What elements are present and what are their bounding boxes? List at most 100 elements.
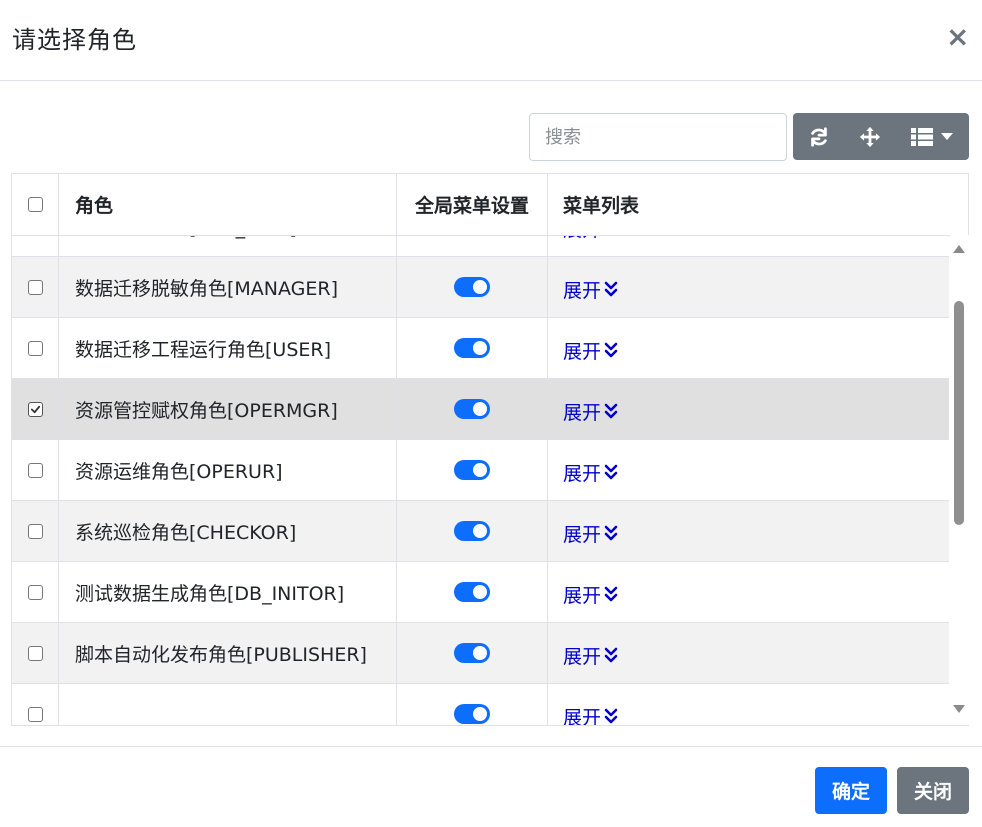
header-global-menu[interactable]: 全局菜单设置 xyxy=(397,174,548,235)
select-cell xyxy=(12,236,59,256)
expand-link[interactable]: 展开 xyxy=(563,459,618,486)
menu-list-cell: 展开 xyxy=(548,236,950,256)
double-chevron-down-icon xyxy=(604,403,618,419)
double-chevron-down-icon xyxy=(604,342,618,358)
table-row[interactable]: 资源管控赋权角色[OPERMGR] 展开 xyxy=(12,379,950,440)
row-checkbox[interactable] xyxy=(27,279,43,295)
double-chevron-down-icon xyxy=(604,525,618,541)
global-menu-toggle[interactable] xyxy=(454,582,490,602)
select-cell xyxy=(12,318,59,378)
select-all-checkbox[interactable] xyxy=(27,197,43,212)
refresh-icon xyxy=(811,126,827,147)
header-role[interactable]: 角色 xyxy=(59,174,397,235)
table-row[interactable]: 用户赋权角色[USR_MGR] 展开 xyxy=(12,236,950,257)
role-cell: 脚本自动化发布角色[PUBLISHER] xyxy=(59,623,397,683)
double-chevron-down-icon xyxy=(604,586,618,602)
expand-label: 展开 xyxy=(563,401,602,424)
close-icon[interactable]: × xyxy=(946,23,969,51)
global-menu-toggle[interactable] xyxy=(454,460,490,480)
modal-title: 请选择角色 xyxy=(12,26,137,54)
expand-label: 展开 xyxy=(563,645,602,668)
expand-link[interactable]: 展开 xyxy=(563,642,618,669)
table-header: 角色 全局菜单设置 菜单列表 xyxy=(12,174,950,236)
header-menu-list[interactable]: 菜单列表 xyxy=(548,174,950,235)
columns-dropdown-button[interactable] xyxy=(895,113,969,160)
table-row[interactable]: 测试数据生成角色[DB_INITOR] 展开 xyxy=(12,562,950,623)
expand-link[interactable]: 展开 xyxy=(563,398,618,425)
row-checkbox[interactable] xyxy=(27,340,43,356)
global-menu-cell xyxy=(397,684,548,725)
select-all-cell xyxy=(12,174,59,235)
table-scrollbar[interactable] xyxy=(949,235,969,725)
expand-label: 展开 xyxy=(563,523,602,546)
global-menu-cell xyxy=(397,440,548,500)
table-body[interactable]: 用户赋权角色[USR_MGR]展开数据迁移脱敏角色[MANAGER]展开数据迁移… xyxy=(12,236,950,726)
expand-link[interactable]: 展开 xyxy=(563,703,618,726)
table-row[interactable]: 脚本自动化发布角色[PUBLISHER] 展开 xyxy=(12,623,950,684)
modal-header: 请选择角色 × xyxy=(0,0,982,81)
global-menu-toggle[interactable] xyxy=(454,521,490,541)
expand-label: 展开 xyxy=(563,279,602,302)
expand-label: 展开 xyxy=(563,462,602,485)
row-checkbox[interactable] xyxy=(27,401,43,417)
move-arrows-icon xyxy=(859,126,881,147)
expand-link[interactable]: 展开 xyxy=(563,520,618,547)
global-menu-cell xyxy=(397,623,548,683)
global-menu-cell xyxy=(397,379,548,439)
table-row[interactable]: 系统巡检角色[CHECKOR] 展开 xyxy=(12,501,950,562)
row-checkbox[interactable] xyxy=(27,523,43,539)
row-checkbox[interactable] xyxy=(27,462,43,478)
confirm-button[interactable]: 确定 xyxy=(815,767,887,814)
select-cell xyxy=(12,379,59,439)
table-row[interactable]: 资源运维角色[OPERUR] 展开 xyxy=(12,440,950,501)
select-cell xyxy=(12,257,59,317)
expand-link[interactable]: 展开 xyxy=(563,581,618,608)
role-cell: 数据迁移脱敏角色[MANAGER] xyxy=(59,257,397,317)
global-menu-toggle[interactable] xyxy=(454,277,490,297)
global-menu-cell xyxy=(397,236,548,256)
global-menu-cell xyxy=(397,257,548,317)
refresh-button[interactable] xyxy=(793,113,845,160)
menu-list-cell: 展开 xyxy=(548,318,950,378)
menu-list-cell: 展开 xyxy=(548,684,950,726)
menu-list-cell: 展开 xyxy=(548,440,950,500)
expand-label: 展开 xyxy=(563,340,602,363)
expand-label: 展开 xyxy=(563,584,602,607)
global-menu-toggle[interactable] xyxy=(454,338,490,358)
role-cell: 用户赋权角色[USR_MGR] xyxy=(59,236,397,256)
role-cell: 资源管控赋权角色[OPERMGR] xyxy=(59,379,397,439)
scroll-up-arrow-icon[interactable] xyxy=(953,245,965,253)
select-cell xyxy=(12,440,59,500)
caret-down-icon xyxy=(941,132,953,140)
expand-link[interactable]: 展开 xyxy=(563,337,618,364)
table-row[interactable]: 展开 xyxy=(12,684,950,726)
list-columns-icon xyxy=(911,127,933,146)
expand-link[interactable]: 展开 xyxy=(563,236,618,242)
table-row[interactable]: 数据迁移脱敏角色[MANAGER] 展开 xyxy=(12,257,950,318)
role-cell: 系统巡检角色[CHECKOR] xyxy=(59,501,397,561)
table-toolbar xyxy=(793,113,969,160)
move-button[interactable] xyxy=(845,113,895,160)
role-cell: 资源运维角色[OPERUR] xyxy=(59,440,397,500)
search-input[interactable] xyxy=(529,113,787,161)
menu-list-cell: 展开 xyxy=(548,501,950,561)
row-checkbox[interactable] xyxy=(27,645,43,661)
scrollbar-thumb[interactable] xyxy=(954,301,964,525)
expand-label: 展开 xyxy=(563,706,602,726)
expand-link[interactable]: 展开 xyxy=(563,276,618,303)
global-menu-toggle[interactable] xyxy=(454,643,490,663)
table-row[interactable]: 数据迁移工程运行角色[USER] 展开 xyxy=(12,318,950,379)
row-checkbox[interactable] xyxy=(27,584,43,600)
scroll-down-arrow-icon[interactable] xyxy=(953,705,965,713)
global-menu-toggle[interactable] xyxy=(454,399,490,419)
select-cell xyxy=(12,562,59,622)
row-checkbox[interactable] xyxy=(27,706,43,722)
global-menu-toggle[interactable] xyxy=(454,704,490,724)
roles-table: 角色 全局菜单设置 菜单列表 用户赋权角色[USR_MGR]展开数据迁移脱敏角色… xyxy=(11,173,969,726)
double-chevron-down-icon xyxy=(604,647,618,663)
expand-label: 展开 xyxy=(563,236,601,242)
double-chevron-down-icon xyxy=(604,464,618,480)
global-menu-cell xyxy=(397,501,548,561)
close-button[interactable]: 关闭 xyxy=(897,767,969,814)
menu-list-cell: 展开 xyxy=(548,257,950,317)
